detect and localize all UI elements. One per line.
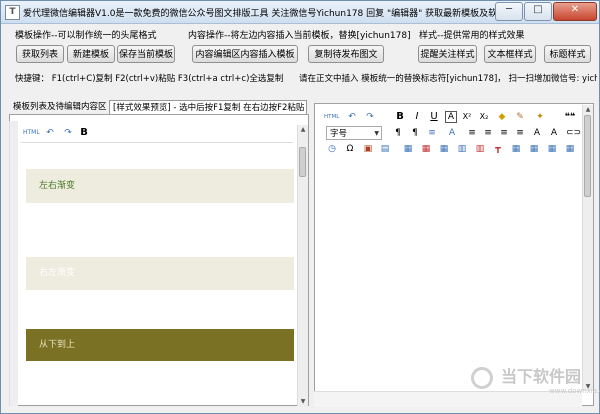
ltr-icon[interactable]: ¶ [392, 127, 404, 139]
align-right-icon[interactable]: ≡ [498, 127, 510, 139]
bold-icon[interactable]: B [77, 126, 91, 140]
indent-icon[interactable]: ≡ [426, 127, 438, 139]
scroll-thumb[interactable] [584, 115, 591, 197]
rtl-icon[interactable]: ¶ [409, 127, 421, 139]
insert-col-icon[interactable]: ▥ [456, 143, 468, 155]
scroll-thumb[interactable] [299, 147, 306, 177]
right-horizontal-scrollbar[interactable] [314, 391, 582, 407]
insert-content-button[interactable]: 内容编辑区内容插入模板 [192, 45, 298, 63]
delete-row-icon[interactable]: ▦ [438, 143, 450, 155]
style-ops-caption: 样式--提供常用的样式效果 [419, 31, 525, 41]
content-ops-caption: 内容操作--将左边内容插入当前模板，替换[yichun178] [188, 31, 411, 41]
copy-publish-button[interactable]: 复制待发布图文 [308, 45, 384, 63]
magic-wand-icon[interactable]: ✦ [534, 111, 546, 123]
app-icon: T [5, 5, 20, 20]
maximize-icon: □ [533, 4, 543, 15]
style-band-label: 从下到上 [39, 340, 76, 350]
reminder-style-button[interactable]: 提醒关注样式 [418, 45, 477, 63]
scroll-down-icon[interactable]: ▼ [298, 397, 308, 406]
line-height-icon[interactable]: A [548, 127, 560, 139]
undo-icon[interactable]: ↶ [346, 111, 358, 123]
superscript-icon[interactable]: X² [461, 111, 473, 123]
html-source-icon[interactable]: HTML [23, 126, 40, 140]
tab-template-list[interactable]: 模板列表及待编辑内容区 [10, 100, 110, 114]
watermark-logo [471, 367, 493, 389]
left-scrollbar[interactable]: ▲ ▼ [297, 125, 308, 406]
delete-table-icon[interactable]: ▦ [564, 143, 576, 155]
merge-right-icon[interactable]: ▦ [528, 143, 540, 155]
scroll-up-icon[interactable]: ▲ [298, 125, 308, 134]
scroll-up-icon[interactable]: ▲ [583, 105, 593, 114]
style-band-right-left-gradient[interactable]: 右左渐变 [26, 257, 294, 290]
new-template-button[interactable]: 新建模板 [67, 45, 115, 63]
shortcut-hint: 快捷键： F1(ctrl+C)复制 F2(ctrl+v)粘贴 F3(ctrl+a… [15, 74, 284, 84]
watermark-text: 当下软件园 [501, 367, 582, 386]
eraser-icon[interactable]: ◆ [496, 111, 508, 123]
close-icon: ✕ [570, 4, 580, 15]
emotion-icon[interactable]: ◷ [326, 143, 338, 155]
template-ops-caption: 模板操作--可以制作统一的头尾格式 [15, 31, 157, 41]
style-band-label: 左右渐变 [39, 181, 76, 191]
subscript-icon[interactable]: X₂ [478, 111, 490, 123]
delete-col-icon[interactable]: ▥ [474, 143, 486, 155]
merge-cells-icon[interactable]: ┳ [492, 143, 504, 155]
redo-icon[interactable]: ↷ [364, 111, 376, 123]
redo-icon[interactable]: ↷ [61, 126, 75, 140]
get-list-button[interactable]: 获取列表 [16, 45, 64, 63]
left-editor-toolbar: HTML ↶ ↷ B [21, 124, 293, 143]
image-icon[interactable]: ▣ [362, 143, 374, 155]
style-band-label: 右左渐变 [39, 268, 76, 278]
align-left-icon[interactable]: ≡ [466, 127, 478, 139]
merge-down-icon[interactable]: ▦ [546, 143, 558, 155]
underline-icon[interactable]: U [428, 111, 440, 123]
close-button[interactable]: ✕ [553, 2, 597, 21]
font-size-select-value: 字号 [330, 129, 348, 139]
outer-left-scrollbar[interactable] [9, 121, 18, 406]
table-icon[interactable]: ▦ [402, 143, 414, 155]
main-window: T 爱代理微信编辑器V1.0是一款免费的微信公众号图文排版工具 关注微信号Yic… [0, 0, 600, 414]
style-band-left-right-gradient[interactable]: 左右渐变 [26, 169, 294, 203]
maximize-button[interactable]: □ [524, 2, 552, 21]
insert-file-icon[interactable]: ▤ [379, 143, 391, 155]
font-color-icon[interactable]: A [446, 127, 458, 139]
title-bar[interactable]: T 爱代理微信编辑器V1.0是一款免费的微信公众号图文排版工具 关注微信号Yic… [1, 1, 599, 24]
text-box-style-button[interactable]: 文本框样式 [484, 45, 536, 63]
italic-icon[interactable]: I [411, 111, 423, 123]
save-template-button[interactable]: 保存当前模板 [117, 45, 175, 63]
align-center-icon[interactable]: ≡ [482, 127, 494, 139]
font-size-select[interactable]: 字号 ▼ [326, 126, 382, 140]
link-icon[interactable]: ⊂⊃ [566, 127, 581, 139]
window-title: 爱代理微信编辑器V1.0是一款免费的微信公众号图文排版工具 关注微信号Yichu… [23, 9, 516, 19]
style-band-bottom-up[interactable]: 从下到上 [26, 329, 294, 361]
insert-hint: 请在正文中插入 模板统一的替换标志符[yichun178]， 扫一扫增加微信号:… [299, 74, 597, 84]
split-cells-icon[interactable]: ▦ [510, 143, 522, 155]
minimize-button[interactable]: ─ [495, 2, 523, 21]
right-editor-toolbar: HTML ↶ ↷ B I U A X² X₂ ◆ ✎ ✦ ❝❝ 字号 ▼ ¶ ¶… [316, 105, 592, 161]
font-border-icon[interactable]: A [445, 111, 457, 123]
letter-spacing-icon[interactable]: A [531, 127, 543, 139]
html-source-icon[interactable]: HTML [324, 111, 339, 123]
minimize-icon: ─ [505, 4, 513, 15]
format-painter-icon[interactable]: ✎ [514, 111, 526, 123]
chevron-down-icon: ▼ [374, 130, 379, 137]
watermark-url: www.downxia.com [549, 387, 600, 395]
undo-icon[interactable]: ↶ [43, 126, 57, 140]
align-justify-icon[interactable]: ≡ [514, 127, 526, 139]
title-style-button[interactable]: 标题样式 [544, 45, 591, 63]
right-scrollbar[interactable]: ▲ ▼ [582, 105, 593, 391]
special-char-icon[interactable]: Ω [344, 143, 356, 155]
tab-style-preview[interactable]: [样式效果预览] - 选中后按F1复制 在右边按F2粘贴 [109, 100, 307, 114]
quote-icon[interactable]: ❝❝ [564, 111, 576, 123]
insert-row-icon[interactable]: ▦ [420, 143, 432, 155]
bold-icon[interactable]: B [394, 111, 406, 123]
